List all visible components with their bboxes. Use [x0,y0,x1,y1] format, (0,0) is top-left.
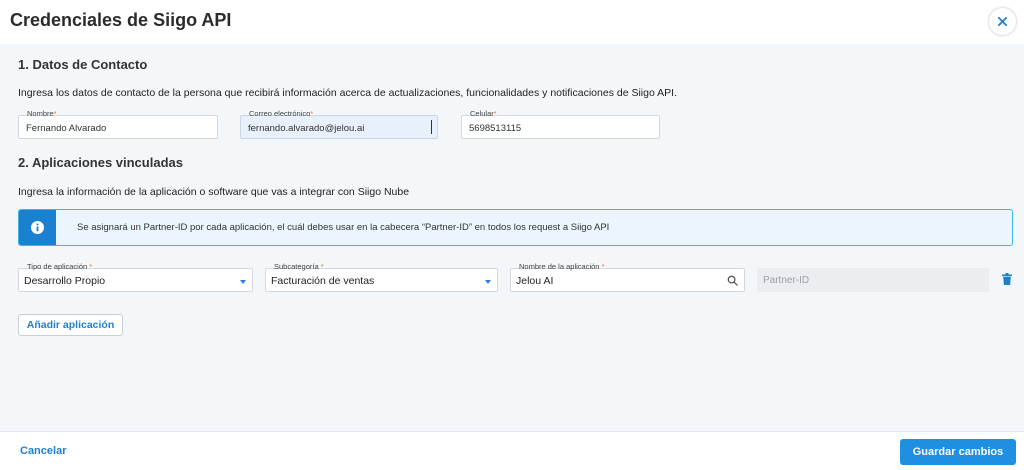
subcategoria-value: Facturación de ventas [271,275,375,287]
nombre-value: Fernando Alvarado [26,123,107,134]
partner-id-field: Partner-ID [757,268,989,292]
nombre-aplicacion-input[interactable]: Nombre de la aplicación * Jelou AI [510,262,745,292]
info-message: Se asignará un Partner-ID por cada aplic… [77,222,610,233]
save-button[interactable]: Guardar cambios [900,439,1016,465]
close-icon [998,17,1007,26]
correo-value: fernando.alvarado@jelou.ai [248,123,365,134]
page-title: Credenciales de Siigo API [10,10,232,30]
add-application-button[interactable]: Añadir aplicación [18,314,123,336]
modal-footer: Cancelar Guardar cambios [0,431,1024,470]
nombre-label: Nombre* [25,109,59,118]
contact-description: Ingresa los datos de contacto de la pers… [18,87,677,99]
apps-section-title: 2. Aplicaciones vinculadas [18,155,183,170]
correo-label: Correo electrónico* [247,109,316,118]
close-button[interactable] [989,8,1016,35]
nombre-field[interactable]: Nombre* Fernando Alvarado [18,109,218,139]
contact-section-title: 1. Datos de Contacto [18,57,148,72]
nombre-aplicacion-value: Jelou AI [516,275,554,287]
subcategoria-select[interactable]: Subcategoría * Facturación de ventas [265,262,498,292]
search-icon[interactable] [727,275,738,286]
chevron-down-icon [485,280,491,284]
celular-value: 5698513115 [469,123,522,134]
subcategoria-label: Subcategoría * [272,262,326,271]
tipo-label: Tipo de aplicación * [25,262,95,271]
info-banner: Se asignará un Partner-ID por cada aplic… [18,209,1013,246]
cancel-button[interactable]: Cancelar [20,445,66,457]
nombre-aplicacion-label: Nombre de la aplicación * [517,262,607,271]
celular-label: Celular* [468,109,499,118]
celular-field[interactable]: Celular* 5698513115 [461,109,660,139]
apps-description: Ingresa la información de la aplicación … [18,186,410,198]
correo-field[interactable]: Correo electrónico* fernando.alvarado@je… [240,109,438,139]
tipo-aplicacion-select[interactable]: Tipo de aplicación * Desarrollo Propio [18,262,253,292]
info-strip [19,210,56,245]
modal-header: Credenciales de Siigo API [0,0,1024,44]
info-icon [31,221,44,234]
chevron-down-icon [240,280,246,284]
partner-id-placeholder: Partner-ID [763,275,810,286]
trash-icon[interactable] [1002,273,1012,285]
text-caret [431,120,432,134]
tipo-value: Desarrollo Propio [24,275,106,287]
